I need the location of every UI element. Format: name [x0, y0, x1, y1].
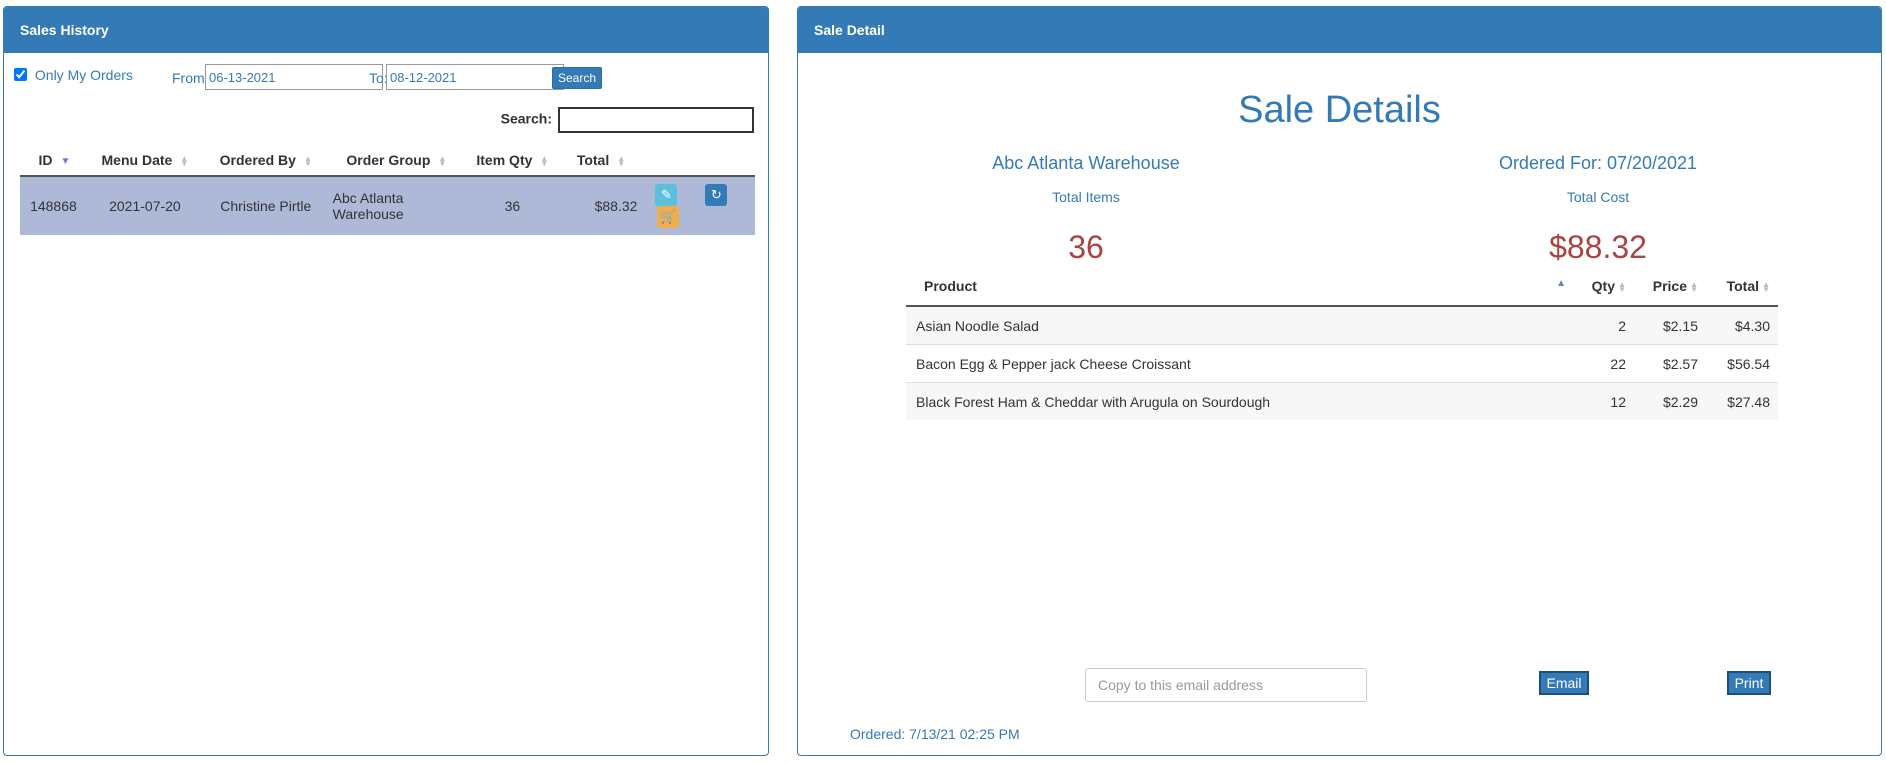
total-items-label: Total Items — [1052, 189, 1120, 205]
col-header-price[interactable]: Price ▲ ▼ — [1634, 267, 1706, 307]
sort-icon: ▲ ▼ — [617, 154, 626, 169]
list-item: Asian Noodle Salad 2 $2.15 $4.30 — [906, 305, 1778, 345]
sort-icon: ▲ ▼ — [540, 154, 549, 169]
cell-total: $88.32 — [594, 198, 638, 214]
list-item: Bacon Egg & Pepper jack Cheese Croissant… — [906, 344, 1778, 383]
sales-history-table: ID ▼ Menu Date ▲ ▼ Ordered By ▲ ▼ Order Group… — [20, 145, 755, 235]
order-group-line2: Warehouse — [332, 206, 404, 222]
edit-icon[interactable]: ✎ — [655, 184, 678, 206]
search-label: Search: — [500, 110, 552, 127]
search-button[interactable]: Search — [552, 67, 602, 89]
item-product: Black Forest Ham & Cheddar with Arugula … — [906, 382, 1574, 420]
item-product: Asian Noodle Salad — [906, 305, 1574, 345]
email-copy-input[interactable] — [1085, 668, 1367, 702]
table-header-row: ID ▼ Menu Date ▲ ▼ Ordered By ▲ ▼ Order Group… — [20, 145, 755, 177]
group-name: Abc Atlanta Warehouse — [992, 153, 1180, 173]
col-header-total[interactable]: Total ▲ ▼ — [560, 145, 642, 177]
col-header-line-total[interactable]: Total ▲ ▼ — [1706, 267, 1778, 307]
ordered-timestamp: Ordered: 7/13/21 02:25 PM — [850, 726, 1020, 742]
col-header-menu-date[interactable]: Menu Date ▲ ▼ — [86, 145, 203, 177]
sort-icon: ▲ ▼ — [303, 154, 312, 169]
only-my-orders-checkbox[interactable] — [14, 68, 27, 81]
from-label: From: — [172, 70, 209, 86]
col-header-qty[interactable]: Qty ▲ ▼ — [1574, 267, 1634, 307]
sort-desc-icon: ▼ — [60, 155, 71, 167]
cell-item-qty: 36 — [504, 198, 521, 214]
email-button[interactable]: Email — [1539, 671, 1589, 695]
col-header-actions — [641, 145, 755, 177]
sales-history-title: Sales History — [4, 7, 768, 53]
col-header-ordered-by[interactable]: Ordered By ▲ ▼ — [202, 145, 329, 177]
cell-actions: ✎ ↻ 🛒 — [641, 176, 755, 235]
cell-menu-date: 2021-07-20 — [109, 198, 181, 214]
sort-icon: ▲ ▼ — [1690, 280, 1698, 295]
item-total: $4.30 — [1706, 305, 1778, 345]
sale-detail-panel-title: Sale Detail — [798, 7, 1881, 53]
filter-row: Only My Orders From: To: Search — [14, 61, 758, 91]
ordered-for: Ordered For: 07/20/2021 — [1498, 153, 1698, 173]
cart-icon[interactable]: 🛒 — [657, 206, 680, 228]
sale-detail-panel: Sale Detail Sale Details Abc Atlanta War… — [797, 6, 1882, 756]
sort-icon: ▲ ▼ — [438, 154, 447, 169]
item-qty: 22 — [1574, 344, 1634, 383]
total-items-block: Abc Atlanta Warehouse Total Items 36 — [906, 153, 1266, 266]
col-header-order-group[interactable]: Order Group ▲ ▼ — [328, 145, 465, 177]
col-header-product[interactable]: Product ▲ — [906, 267, 1574, 307]
sales-history-panel: Sales History Only My Orders From: To: S… — [3, 6, 769, 756]
cell-order-group: Abc Atlanta Warehouse — [329, 176, 465, 235]
from-date-input[interactable] — [205, 64, 383, 90]
item-price: $2.29 — [1634, 382, 1706, 420]
sort-icon: ▲ ▼ — [1762, 280, 1770, 295]
sale-items-table: Product ▲ Qty ▲ ▼ Price ▲ ▼ Total ▲ ▼ Asian Noo… — [906, 267, 1778, 420]
sort-asc-icon: ▲ — [1556, 278, 1566, 289]
print-button[interactable]: Print — [1727, 671, 1771, 695]
cell-id: 148868 — [30, 198, 77, 214]
only-my-orders-label: Only My Orders — [34, 67, 133, 83]
refresh-icon[interactable]: ↻ — [705, 184, 728, 206]
col-header-id[interactable]: ID ▼ — [20, 145, 87, 177]
col-header-item-qty[interactable]: Item Qty ▲ ▼ — [464, 145, 561, 177]
sort-icon: ▲ ▼ — [1618, 280, 1626, 295]
item-qty: 12 — [1574, 382, 1634, 420]
item-qty: 2 — [1574, 305, 1634, 345]
sort-icon: ▲ ▼ — [180, 154, 189, 169]
item-total: $56.54 — [1706, 344, 1778, 383]
order-group-line1: Abc Atlanta — [332, 190, 404, 206]
only-my-orders-toggle[interactable]: Only My Orders — [14, 67, 133, 83]
total-cost-value: $88.32 — [1549, 229, 1647, 265]
to-date-input[interactable] — [386, 64, 564, 90]
list-item: Black Forest Ham & Cheddar with Arugula … — [906, 382, 1778, 420]
items-header-row: Product ▲ Qty ▲ ▼ Price ▲ ▼ Total ▲ ▼ — [906, 267, 1778, 307]
item-product: Bacon Egg & Pepper jack Cheese Croissant — [906, 344, 1574, 383]
item-price: $2.15 — [1634, 305, 1706, 345]
table-row[interactable]: 148868 2021-07-20 Christine Pirtle Abc A… — [20, 176, 755, 235]
cell-ordered-by: Christine Pirtle — [220, 198, 312, 214]
sale-details-heading: Sale Details — [1238, 89, 1441, 131]
table-search: Search: — [501, 107, 754, 133]
item-price: $2.57 — [1634, 344, 1706, 383]
total-cost-block: Ordered For: 07/20/2021 Total Cost $88.3… — [1418, 153, 1778, 266]
item-total: $27.48 — [1706, 382, 1778, 420]
total-items-value: 36 — [1068, 229, 1104, 265]
total-cost-label: Total Cost — [1566, 189, 1630, 205]
to-label: To: — [369, 70, 388, 86]
search-input[interactable] — [558, 107, 754, 133]
